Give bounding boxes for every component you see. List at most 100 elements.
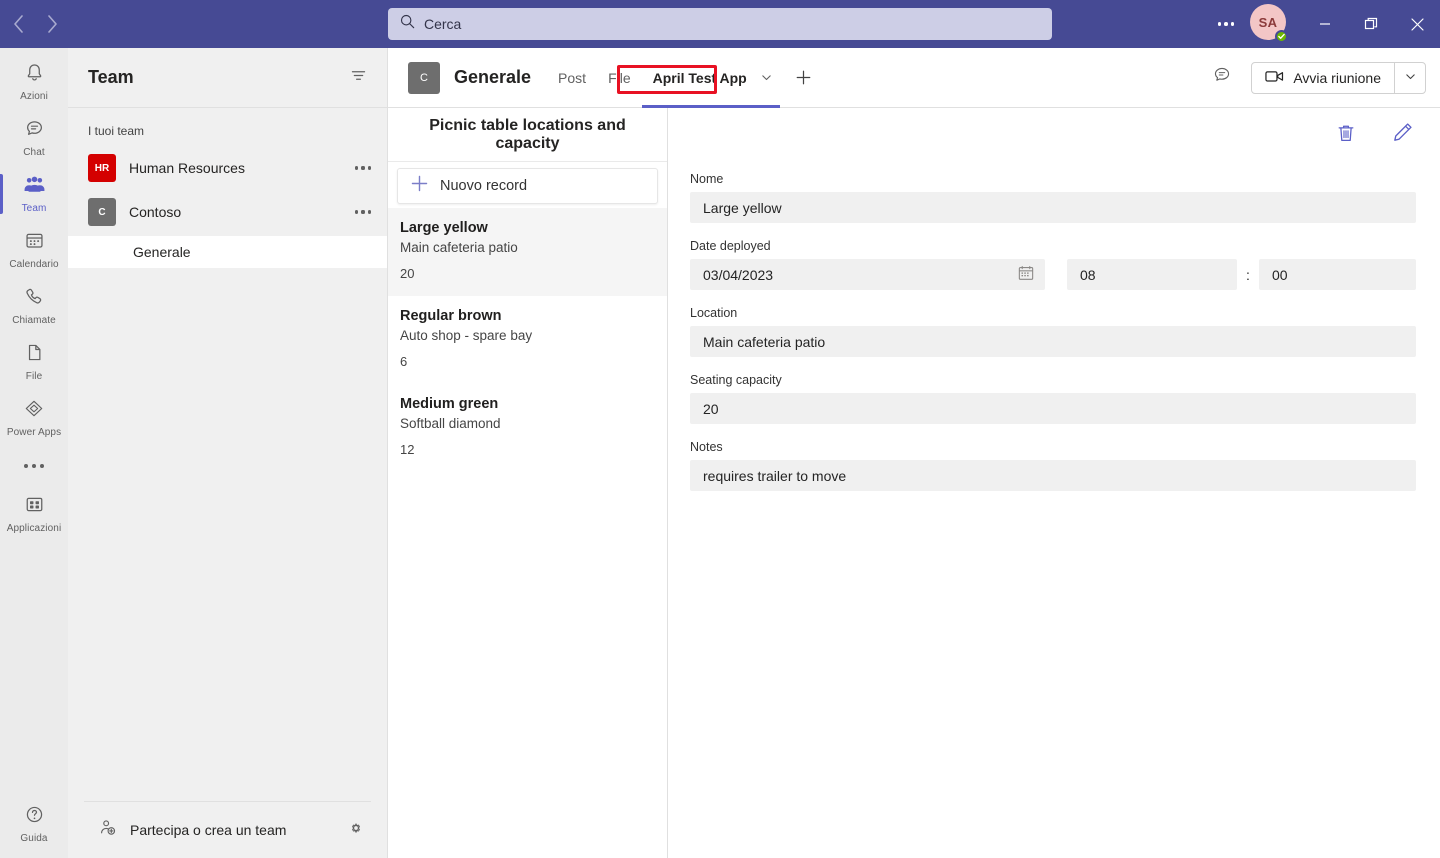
forward-button[interactable] <box>42 14 62 34</box>
your-teams-label: I tuoi team <box>88 124 145 138</box>
name-input[interactable]: Large yellow <box>690 192 1416 223</box>
field-label-location: Location <box>690 306 738 320</box>
calendar-icon <box>24 230 45 256</box>
team-name: Contoso <box>129 204 182 220</box>
trash-icon <box>1335 122 1357 149</box>
filter-icon <box>350 67 367 89</box>
record-name: Medium green <box>400 396 499 412</box>
delete-record-button[interactable] <box>1330 119 1362 151</box>
file-icon <box>24 342 45 368</box>
record-location: Main cafeteria patio <box>400 240 518 255</box>
ellipsis-icon <box>355 210 371 214</box>
record-form-fields: Nome Large yellow Date deployed 03/04/20… <box>668 162 1440 507</box>
record-list-title: Picnic table locations and capacity <box>388 108 667 162</box>
search-container: Cerca <box>388 8 1052 40</box>
main-content: C Generale Post File April Test App Avvi… <box>388 48 1440 858</box>
edit-record-button[interactable] <box>1386 119 1418 151</box>
rail-item-power-apps[interactable]: Power Apps <box>0 390 68 446</box>
start-meeting-label: Avvia riunione <box>1293 69 1381 86</box>
gear-icon <box>347 819 365 842</box>
rail-item-label: Applicazioni <box>6 523 62 534</box>
record-location: Softball diamond <box>400 416 501 431</box>
record-name: Large yellow <box>400 220 488 236</box>
date-input[interactable]: 03/04/2023 <box>690 259 1045 290</box>
minute-input[interactable]: 00 <box>1259 259 1416 290</box>
location-input[interactable]: Main cafeteria patio <box>690 326 1416 357</box>
tab-file[interactable]: File <box>597 48 642 108</box>
channel-tabs: Post File April Test App <box>547 48 821 108</box>
start-meeting-button[interactable]: Avvia riunione <box>1252 63 1394 93</box>
rail-item-apps[interactable]: Applicazioni <box>0 486 68 542</box>
maximize-button[interactable] <box>1348 0 1394 48</box>
teams-footer-content: Partecipa o crea un team <box>84 802 371 858</box>
record-item-regular-brown[interactable]: Regular brown Auto shop - spare bay 6 <box>388 296 667 384</box>
hour-input[interactable]: 08 <box>1067 259 1237 290</box>
team-row-contoso[interactable]: C Contoso <box>68 190 387 234</box>
title-bar: Cerca SA <box>0 0 1440 48</box>
channel-row-generale[interactable]: Generale <box>68 236 387 268</box>
user-avatar-button[interactable]: SA <box>1250 4 1290 44</box>
field-location: Location Main cafeteria patio <box>690 306 1416 357</box>
field-name: Nome Large yellow <box>690 172 1416 223</box>
people-icon <box>23 174 46 200</box>
conversation-icon <box>1212 65 1232 90</box>
field-label-name: Nome <box>690 172 724 186</box>
tab-options-chevron-down-icon[interactable] <box>759 72 775 83</box>
channel-conversation-button[interactable] <box>1207 63 1237 93</box>
search-icon <box>400 14 415 34</box>
rail-item-teams[interactable]: Team <box>0 166 68 222</box>
teams-app-window: Cerca SA Azioni Chat Team Calendario Chi… <box>0 0 1440 858</box>
teams-list: I tuoi team HR Human Resources C Contoso… <box>68 108 387 801</box>
power-app-embed: Picnic table locations and capacity Nuov… <box>388 108 1440 858</box>
rail-item-calendar[interactable]: Calendario <box>0 222 68 278</box>
seating-capacity-input[interactable]: 20 <box>690 393 1416 424</box>
app-body: Azioni Chat Team Calendario Chiamate Fil… <box>0 48 1440 858</box>
add-tab-button[interactable] <box>787 61 821 95</box>
rail-item-label: Calendario <box>9 259 59 270</box>
field-label-seating-capacity: Seating capacity <box>690 373 782 387</box>
navigation-arrows <box>0 14 70 34</box>
record-item-medium-green[interactable]: Medium green Softball diamond 12 <box>388 384 667 472</box>
rail-item-chat[interactable]: Chat <box>0 110 68 166</box>
back-button[interactable] <box>8 14 28 34</box>
meeting-options-button[interactable] <box>1395 63 1425 93</box>
tab-april-test-app[interactable]: April Test App <box>641 48 780 108</box>
record-capacity: 20 <box>400 266 415 281</box>
record-item-large-yellow[interactable]: Large yellow Main cafeteria patio 20 <box>388 208 667 296</box>
add-person-icon <box>98 818 117 842</box>
power-apps-icon <box>23 398 45 424</box>
settings-and-more-button[interactable] <box>1206 8 1246 40</box>
rail-item-calls[interactable]: Chiamate <box>0 278 68 334</box>
filter-teams-button[interactable] <box>343 63 373 93</box>
rail-item-activity[interactable]: Azioni <box>0 54 68 110</box>
title-bar-right-controls: SA <box>1206 0 1440 48</box>
ellipsis-icon <box>355 166 371 170</box>
field-seating-capacity: Seating capacity 20 <box>690 373 1416 424</box>
rail-item-files[interactable]: File <box>0 334 68 390</box>
ellipsis-icon <box>24 464 44 468</box>
field-date-deployed: Date deployed 03/04/2023 08: 00 <box>690 239 1416 290</box>
team-options-button[interactable] <box>351 156 375 180</box>
team-row-human-resources[interactable]: HR Human Resources <box>68 146 387 190</box>
join-or-create-team-button[interactable]: Partecipa o crea un team <box>130 822 328 838</box>
rail-item-label: Power Apps <box>6 427 62 438</box>
minimize-button[interactable] <box>1302 0 1348 48</box>
calendar-icon[interactable] <box>1017 264 1035 285</box>
team-options-button[interactable] <box>351 200 375 224</box>
record-name: Regular brown <box>400 308 502 324</box>
channel-team-avatar: C <box>408 61 440 94</box>
rail-item-label: Team <box>21 203 47 214</box>
team-avatar: C <box>88 198 116 226</box>
notes-input[interactable]: requires trailer to move <box>690 460 1416 491</box>
rail-item-label: Azioni <box>20 91 48 102</box>
tab-post[interactable]: Post <box>547 48 597 108</box>
manage-teams-settings-button[interactable] <box>341 815 371 845</box>
date-value: 03/04/2023 <box>703 266 774 283</box>
new-record-button[interactable]: Nuovo record <box>397 168 658 204</box>
start-meeting-button-group: Avvia riunione <box>1251 61 1426 94</box>
search-input[interactable]: Cerca <box>388 8 1052 40</box>
close-button[interactable] <box>1394 0 1440 48</box>
rail-item-help[interactable]: Guida <box>0 802 68 858</box>
rail-more-apps-button[interactable] <box>0 446 68 486</box>
record-items: Large yellow Main cafeteria patio 20 Reg… <box>388 208 667 858</box>
